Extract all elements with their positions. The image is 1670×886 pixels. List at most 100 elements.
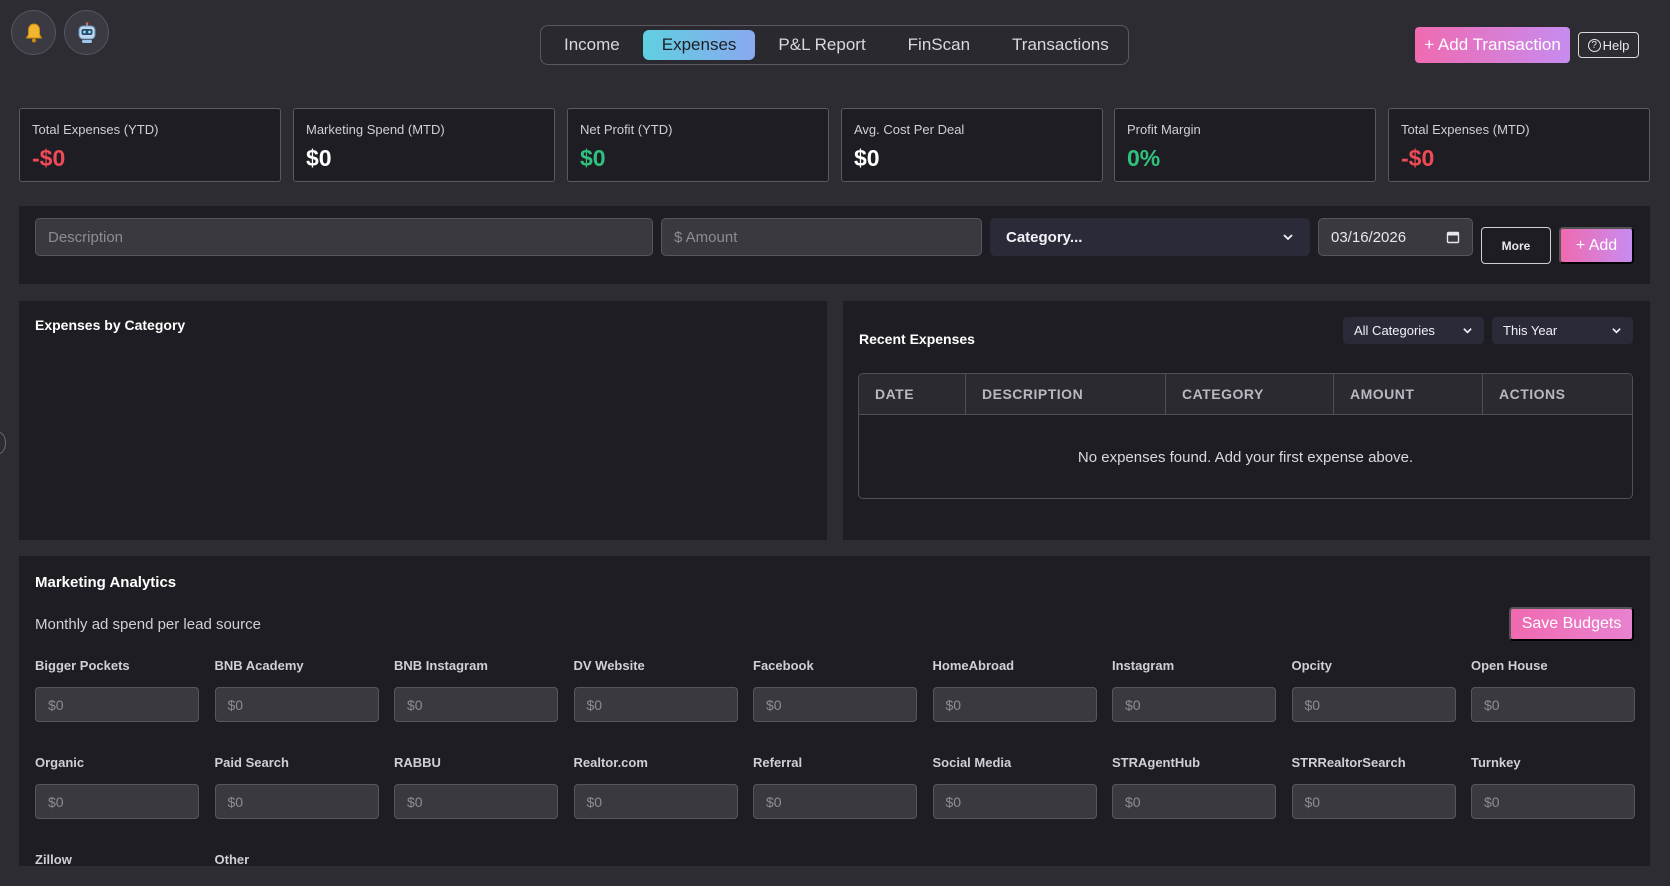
stat-value: $0: [306, 145, 332, 171]
lead-source-budget-input[interactable]: $0: [1471, 687, 1635, 722]
column-header-date[interactable]: DATE: [859, 374, 966, 414]
lead-source-budget-input[interactable]: $0: [214, 687, 379, 722]
marketing-title: Marketing Analytics: [35, 574, 177, 591]
stat-card: Marketing Spend (MTD) $0: [293, 108, 555, 182]
save-budgets-button[interactable]: Save Budgets: [1509, 607, 1634, 641]
column-header-actions[interactable]: ACTIONS: [1483, 374, 1632, 414]
lead-source-budget: Facebook $0: [753, 658, 917, 722]
stat-label: Marketing Spend (MTD): [306, 122, 445, 137]
category-filter-select[interactable]: All Categories: [1343, 317, 1484, 344]
chevron-down-icon: [1463, 328, 1472, 334]
lead-source-label: Bigger Pockets: [35, 658, 130, 673]
lead-source-budget: STRRealtorSearch $0: [1291, 755, 1456, 819]
lead-source-budget: HomeAbroad $0: [932, 658, 1097, 722]
expense-entry-bar: Description $ Amount Category... 03/16/2…: [19, 206, 1650, 284]
marketing-analytics-panel: Marketing Analytics Monthly ad spend per…: [19, 556, 1650, 866]
robot-icon: [78, 21, 95, 43]
lead-source-budget-input[interactable]: $0: [35, 687, 199, 722]
lead-source-label: Facebook: [753, 658, 814, 673]
lead-source-label: Paid Search: [214, 755, 289, 770]
help-label: Help: [1602, 37, 1630, 53]
lead-source-budget: Bigger Pockets $0: [35, 658, 199, 722]
stat-value: $0: [854, 145, 880, 171]
bell-icon: [25, 22, 42, 42]
lead-source-label: Zillow: [35, 852, 72, 866]
lead-source-budget: Social Media $0: [932, 755, 1097, 819]
stat-label: Profit Margin: [1127, 122, 1201, 137]
collapse-handle[interactable]: [0, 432, 6, 454]
lead-source-label: Open House: [1471, 658, 1548, 673]
lead-source-label: Social Media: [932, 755, 1012, 770]
calendar-icon[interactable]: [1446, 230, 1460, 244]
tab-finscan[interactable]: FinScan: [889, 30, 989, 60]
lead-source-label: Organic: [35, 755, 85, 770]
description-input[interactable]: Description: [35, 218, 653, 256]
lead-source-label: Opcity: [1291, 658, 1332, 673]
lead-source-budget-input[interactable]: $0: [573, 687, 738, 722]
stat-value: 0%: [1127, 145, 1161, 171]
lead-source-budget: Zillow$0: [35, 852, 199, 866]
tab-transactions[interactable]: Transactions: [993, 30, 1128, 60]
lead-source-label: HomeAbroad: [932, 658, 1015, 673]
period-filter-select[interactable]: This Year: [1492, 317, 1633, 344]
stat-value: -$0: [1401, 145, 1435, 171]
tab-income[interactable]: Income: [545, 30, 639, 60]
help-button[interactable]: ? Help: [1578, 32, 1639, 58]
lead-source-budget-input[interactable]: $0: [932, 687, 1097, 722]
lead-source-label: STRRealtorSearch: [1291, 755, 1406, 770]
stat-card: Avg. Cost Per Deal $0: [841, 108, 1103, 182]
lead-source-budget-input[interactable]: $0: [1291, 687, 1456, 722]
add-transaction-button[interactable]: + Add Transaction: [1415, 27, 1570, 63]
chevron-down-icon: [1283, 234, 1293, 241]
lead-source-budget-input[interactable]: $0: [1471, 784, 1635, 819]
category-select[interactable]: Category...: [990, 218, 1310, 256]
add-expense-button[interactable]: + Add: [1559, 227, 1634, 264]
category-select-value: Category...: [1006, 228, 1083, 246]
lead-source-budget-input[interactable]: $0: [753, 687, 917, 722]
lead-source-budget-input[interactable]: $0: [1291, 784, 1456, 819]
column-header-description[interactable]: DESCRIPTION: [966, 374, 1166, 414]
lead-source-label: BNB Academy: [214, 658, 304, 673]
date-input[interactable]: 03/16/2026: [1318, 218, 1473, 256]
stat-label: Total Expenses (MTD): [1401, 122, 1530, 137]
period-filter-value: This Year: [1503, 323, 1558, 338]
main-tabs: Income Expenses P&L Report FinScan Transacti…: [540, 25, 1129, 65]
more-button[interactable]: More: [1481, 227, 1551, 264]
amount-input[interactable]: $ Amount: [661, 218, 982, 256]
lead-source-budget: Paid Search $0: [214, 755, 379, 819]
lead-source-label: BNB Instagram: [394, 658, 488, 673]
lead-source-label: Other: [214, 852, 250, 866]
lead-source-budget-input[interactable]: $0: [573, 784, 738, 819]
column-header-amount[interactable]: AMOUNT: [1334, 374, 1483, 414]
column-header-category[interactable]: CATEGORY: [1166, 374, 1334, 414]
stat-label: Net Profit (YTD): [580, 122, 673, 137]
stat-card: Net Profit (YTD) $0: [567, 108, 829, 182]
category-panel-title: Expenses by Category: [35, 317, 186, 333]
lead-source-budget-input[interactable]: $0: [1112, 687, 1276, 722]
lead-source-budget: Realtor.com $0: [573, 755, 738, 819]
notifications-button[interactable]: [11, 10, 56, 55]
lead-source-budget: DV Website $0: [573, 658, 738, 722]
lead-source-budget-input[interactable]: $0: [1112, 784, 1276, 819]
stat-label: Avg. Cost Per Deal: [854, 122, 965, 137]
lead-source-budget: STRAgentHub $0: [1112, 755, 1276, 819]
chevron-down-icon: [1612, 328, 1621, 334]
stat-card: Total Expenses (YTD) -$0: [19, 108, 281, 182]
assistant-button[interactable]: [64, 10, 109, 55]
lead-source-budget-input[interactable]: $0: [214, 784, 379, 819]
expenses-by-category-panel: Expenses by Category: [19, 301, 827, 540]
lead-source-budget-input[interactable]: $0: [932, 784, 1097, 819]
stat-label: Total Expenses (YTD): [32, 122, 159, 137]
lead-source-budget-input[interactable]: $0: [35, 784, 199, 819]
lead-source-budget-input[interactable]: $0: [394, 687, 558, 722]
lead-source-budget: Other$0: [215, 852, 379, 866]
lead-source-label: Realtor.com: [573, 755, 648, 770]
lead-source-budget-input[interactable]: $0: [753, 784, 917, 819]
help-icon: ?: [1587, 38, 1601, 52]
date-value: 03/16/2026: [1331, 228, 1407, 246]
lead-source-budget-input[interactable]: $0: [394, 784, 558, 819]
lead-source-budget: Instagram $0: [1112, 658, 1276, 722]
table-header: DATE DESCRIPTION CATEGORY AMOUNT ACTIONS: [859, 374, 1632, 415]
tab-p-l-report[interactable]: P&L Report: [759, 30, 884, 60]
tab-expenses[interactable]: Expenses: [642, 30, 756, 60]
